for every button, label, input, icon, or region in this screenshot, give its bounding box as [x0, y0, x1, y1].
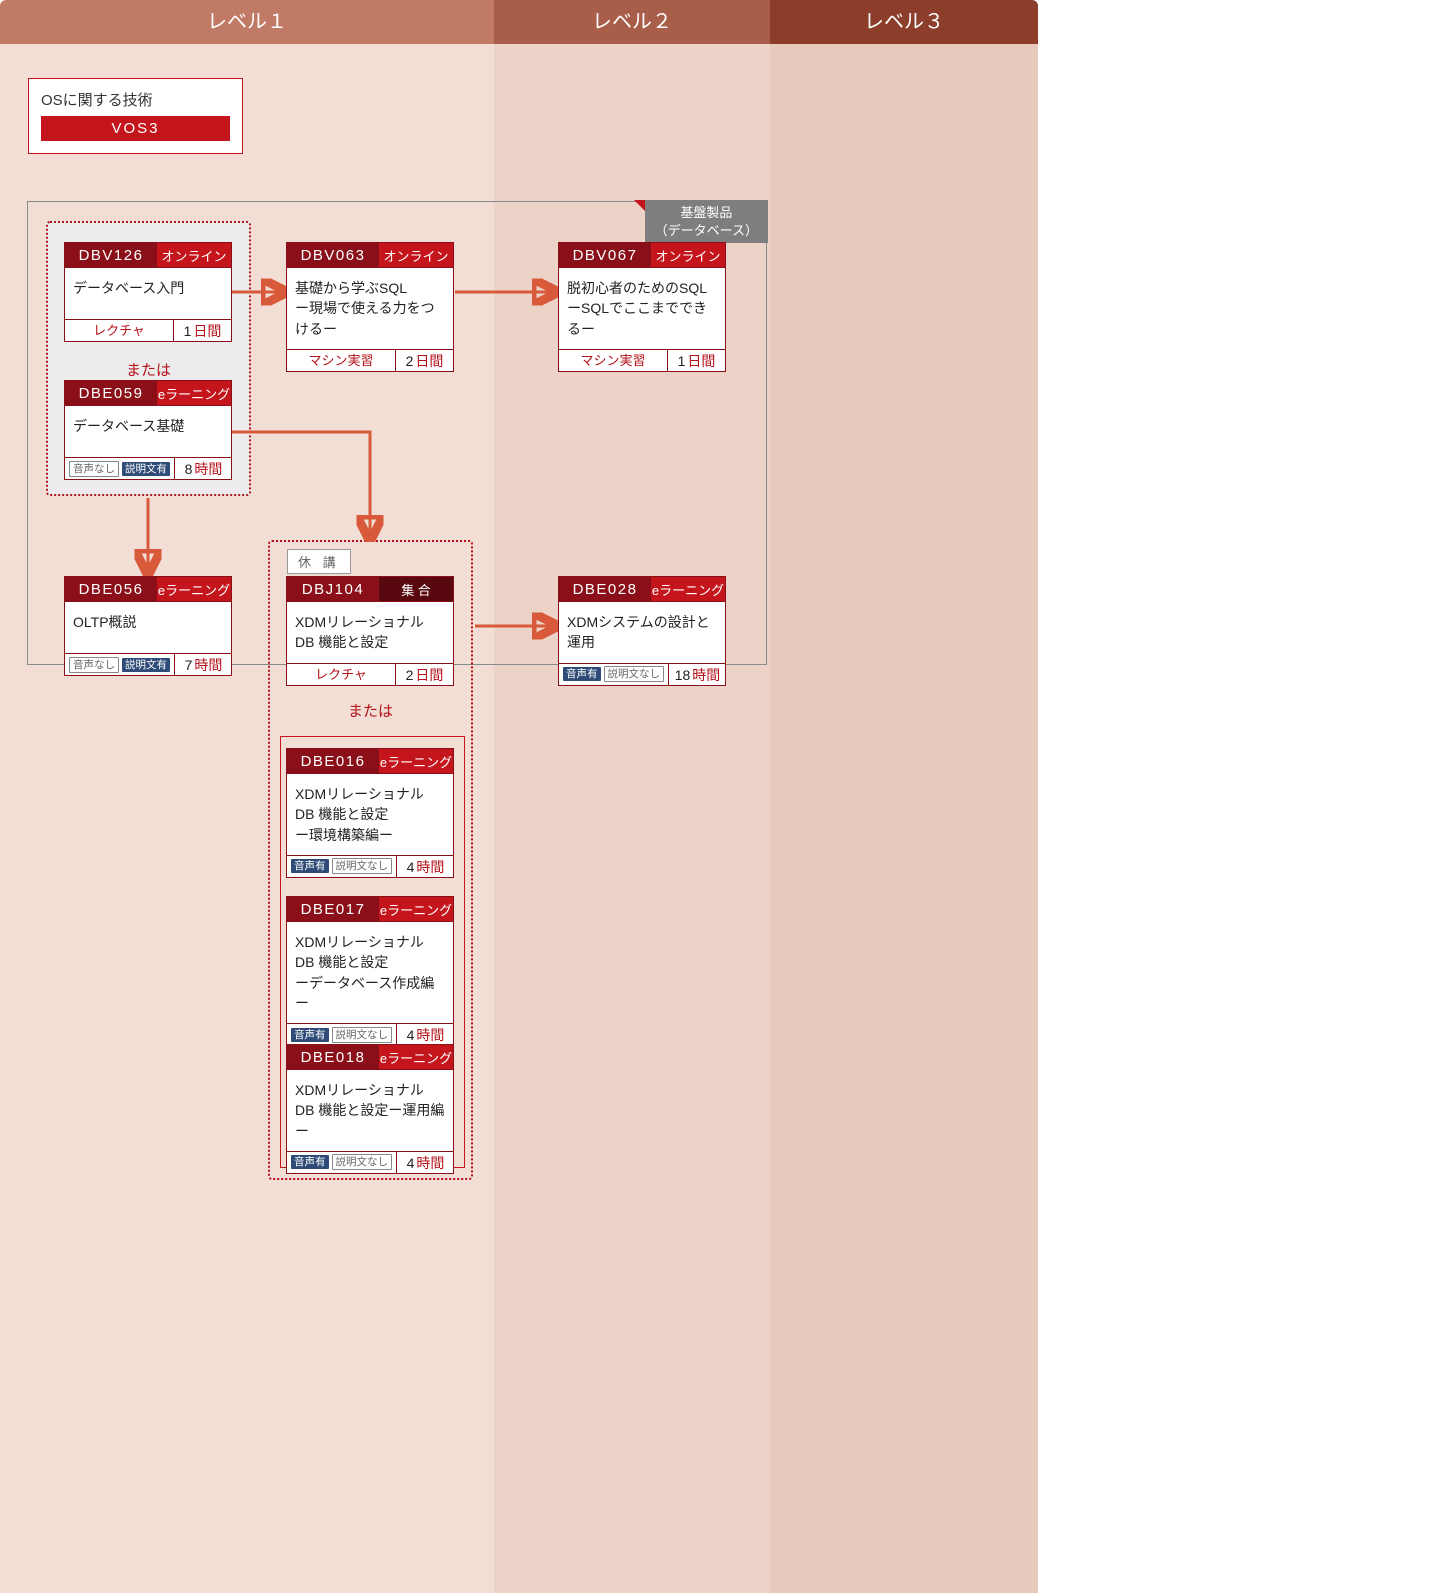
course-card-dbe059[interactable]: DBE059eラーニング データベース基礎 音声なし 説明文有 8時間	[64, 380, 232, 480]
course-title: 脱初心者のためのSQLーSQLでここまでできるー	[559, 267, 725, 349]
course-duration: 2日間	[395, 664, 453, 685]
text-none-pill: 説明文なし	[604, 666, 665, 682]
course-mode: eラーニング	[157, 381, 231, 405]
course-code: DBV063	[287, 243, 379, 267]
course-mode: オンライン	[651, 243, 725, 267]
os-category-title: OSに関する技術	[41, 89, 230, 110]
text-yes-pill: 説明文有	[122, 462, 170, 476]
course-mode: オンライン	[379, 243, 453, 267]
course-code: DBE017	[287, 897, 379, 921]
media-tags: 音声なし 説明文有	[65, 654, 174, 675]
course-card-dbe028[interactable]: DBE028eラーニング XDMシステムの設計と運用 音声有 説明文なし 18時…	[558, 576, 726, 686]
product-container-label-line1: 基盤製品	[680, 205, 732, 220]
level-3-header: レベル３	[770, 0, 1038, 44]
level-header-bar: レベル１ レベル２ レベル３	[0, 0, 1038, 44]
course-mode: eラーニング	[379, 897, 453, 921]
course-card-dbj104[interactable]: 休 講 DBJ104集 合 XDMリレーショナルDB 機能と設定 レクチャ2日間	[286, 576, 454, 686]
course-code: DBE018	[287, 1045, 379, 1069]
course-duration: 2日間	[395, 350, 453, 371]
audio-yes-pill: 音声有	[291, 1155, 329, 1169]
media-tags: 音声なし 説明文有	[65, 458, 174, 479]
course-card-dbe016[interactable]: DBE016eラーニング XDMリレーショナルDB 機能と設定ー環境構築編ー 音…	[286, 748, 454, 878]
course-duration: 7時間	[174, 654, 232, 675]
course-map-page: レベル１ レベル２ レベル３ OSに関する技術 VOS3 基盤製品 （データベー…	[0, 0, 1440, 1593]
level-3-column	[770, 44, 1038, 1593]
media-tags: 音声有 説明文なし	[287, 856, 396, 877]
media-tags: 音声有 説明文なし	[287, 1152, 396, 1173]
course-mode: オンライン	[157, 243, 231, 267]
course-title: データベース基礎	[65, 405, 231, 457]
level-2-header: レベル２	[494, 0, 770, 44]
course-code: DBE016	[287, 749, 379, 773]
course-mode: eラーニング	[379, 1045, 453, 1069]
text-none-pill: 説明文なし	[332, 1027, 393, 1043]
course-title: XDMリレーショナルDB 機能と設定ーデータベース作成編ー	[287, 921, 453, 1023]
card-footer: レクチャ 1日間	[65, 319, 231, 341]
or-label: または	[270, 700, 471, 721]
course-code: DBV126	[65, 243, 157, 267]
course-mode: eラーニング	[157, 577, 231, 601]
course-card-dbv126[interactable]: DBV126 オンライン データベース入門 レクチャ 1日間	[64, 242, 232, 342]
course-card-dbe017[interactable]: DBE017eラーニング XDMリレーショナルDB 機能と設定ーデータベース作成…	[286, 896, 454, 1046]
course-style: マシン実習	[287, 350, 395, 371]
os-category-tag: VOS3	[41, 116, 230, 141]
course-title: XDMシステムの設計と運用	[559, 601, 725, 663]
course-title: XDMリレーショナルDB 機能と設定	[287, 601, 453, 663]
or-label: または	[48, 359, 249, 380]
course-style: レクチャ	[65, 320, 173, 341]
course-card-dbe018[interactable]: DBE018eラーニング XDMリレーショナルDB 機能と設定ー運用編ー 音声有…	[286, 1044, 454, 1174]
media-tags: 音声有 説明文なし	[559, 664, 668, 685]
audio-none-pill: 音声なし	[69, 461, 119, 477]
os-category-box: OSに関する技術 VOS3	[28, 78, 243, 154]
course-title: XDMリレーショナルDB 機能と設定ー運用編ー	[287, 1069, 453, 1151]
course-code: DBV067	[559, 243, 651, 267]
course-duration: 1日間	[667, 350, 725, 371]
suspended-badge: 休 講	[287, 549, 351, 574]
course-duration: 4時間	[396, 1024, 454, 1045]
course-style: マシン実習	[559, 350, 667, 371]
course-code: DBE028	[559, 577, 651, 601]
course-duration: 1日間	[173, 320, 231, 341]
product-container-label-line2: （データベース）	[655, 223, 758, 238]
course-style: レクチャ	[287, 664, 395, 685]
course-code: DBE059	[65, 381, 157, 405]
course-card-dbv063[interactable]: DBV063オンライン 基礎から学ぶSQLー現場で使える力をつけるー マシン実習…	[286, 242, 454, 372]
text-none-pill: 説明文なし	[332, 1154, 393, 1170]
course-code: DBE056	[65, 577, 157, 601]
course-mode: eラーニング	[651, 577, 725, 601]
course-mode: eラーニング	[379, 749, 453, 773]
card-header: DBV126 オンライン	[65, 243, 231, 267]
text-none-pill: 説明文なし	[332, 858, 393, 874]
media-tags: 音声有 説明文なし	[287, 1024, 396, 1045]
level-1-header: レベル１	[0, 0, 494, 44]
course-card-dbv067[interactable]: DBV067オンライン 脱初心者のためのSQLーSQLでここまでできるー マシン…	[558, 242, 726, 372]
course-duration: 18時間	[668, 664, 726, 685]
course-mode: 集 合	[379, 577, 453, 601]
course-duration: 4時間	[396, 856, 454, 877]
course-card-dbe056[interactable]: DBE056eラーニング OLTP概説 音声なし 説明文有 7時間	[64, 576, 232, 676]
product-container-label: 基盤製品 （データベース）	[645, 200, 768, 243]
course-duration: 8時間	[174, 458, 232, 479]
course-code: DBJ104	[287, 577, 379, 601]
audio-none-pill: 音声なし	[69, 657, 119, 673]
audio-yes-pill: 音声有	[563, 667, 601, 681]
text-yes-pill: 説明文有	[122, 658, 170, 672]
audio-yes-pill: 音声有	[291, 859, 329, 873]
course-duration: 4時間	[396, 1152, 454, 1173]
course-title: データベース入門	[65, 267, 231, 319]
course-title: 基礎から学ぶSQLー現場で使える力をつけるー	[287, 267, 453, 349]
course-title: OLTP概説	[65, 601, 231, 653]
audio-yes-pill: 音声有	[291, 1028, 329, 1042]
course-title: XDMリレーショナルDB 機能と設定ー環境構築編ー	[287, 773, 453, 855]
